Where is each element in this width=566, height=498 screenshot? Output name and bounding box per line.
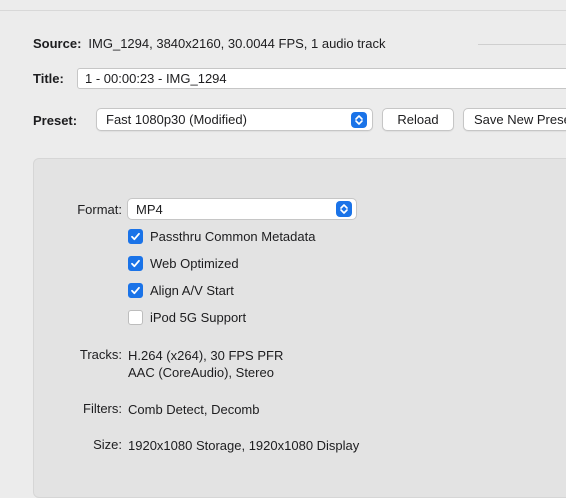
web-optimized-checkbox[interactable]: Web Optimized — [128, 256, 239, 271]
size-value: 1920x1080 Storage, 1920x1080 Display — [128, 438, 360, 453]
tracks-label: Tracks: — [79, 347, 122, 362]
filters-value: Comb Detect, Decomb — [128, 402, 260, 417]
preset-row: Preset: — [33, 110, 84, 130]
align-av-start-checkbox[interactable]: Align A/V Start — [128, 283, 234, 298]
title-label: Title: — [33, 70, 64, 86]
preset-select[interactable]: Fast 1080p30 (Modified) — [96, 108, 373, 131]
chevron-up-down-icon — [336, 201, 352, 217]
title-row: Title: — [33, 68, 71, 88]
source-separator — [478, 44, 566, 45]
title-popup[interactable]: 1 - 00:00:23 - IMG_1294 — [77, 68, 566, 89]
ipod-5g-support-checkbox[interactable]: iPod 5G Support — [128, 310, 246, 325]
checkbox-label: Web Optimized — [150, 256, 239, 271]
passthru-metadata-checkbox[interactable]: Passthru Common Metadata — [128, 229, 315, 244]
checkbox-label: Align A/V Start — [150, 283, 234, 298]
checkmark-icon — [128, 283, 143, 298]
checkmark-icon — [128, 229, 143, 244]
checkbox-label: iPod 5G Support — [150, 310, 247, 325]
chevron-up-down-icon — [351, 112, 367, 128]
preset-value: Fast 1080p30 (Modified) — [106, 112, 247, 127]
format-value: MP4 — [136, 202, 163, 217]
audio-track: AAC (CoreAudio), Stereo — [128, 365, 274, 380]
source-value: IMG_1294, 3840x2160, 30.0044 FPS, 1 audi… — [88, 35, 386, 51]
size-label: Size: — [93, 437, 122, 452]
filters-label: Filters: — [83, 401, 122, 416]
title-value: 1 - 00:00:23 - IMG_1294 — [85, 71, 227, 86]
top-divider — [0, 10, 566, 11]
checkbox-label: Passthru Common Metadata — [150, 229, 316, 244]
tracks-value: H.264 (x264), 30 FPS PFR AAC (CoreAudio)… — [128, 347, 283, 381]
format-select[interactable]: MP4 — [127, 198, 357, 220]
checkmark-icon — [128, 256, 143, 271]
format-label: Format: — [77, 202, 122, 217]
save-new-preset-button[interactable]: Save New Preset — [463, 108, 566, 131]
unchecked-box-icon — [128, 310, 143, 325]
source-label: Source: — [33, 35, 82, 51]
video-track: H.264 (x264), 30 FPS PFR — [128, 348, 284, 363]
preset-label: Preset: — [33, 112, 78, 128]
source-row: Source: IMG_1294, 3840x2160, 30.0044 FPS… — [33, 34, 385, 52]
reload-button[interactable]: Reload — [382, 108, 454, 131]
